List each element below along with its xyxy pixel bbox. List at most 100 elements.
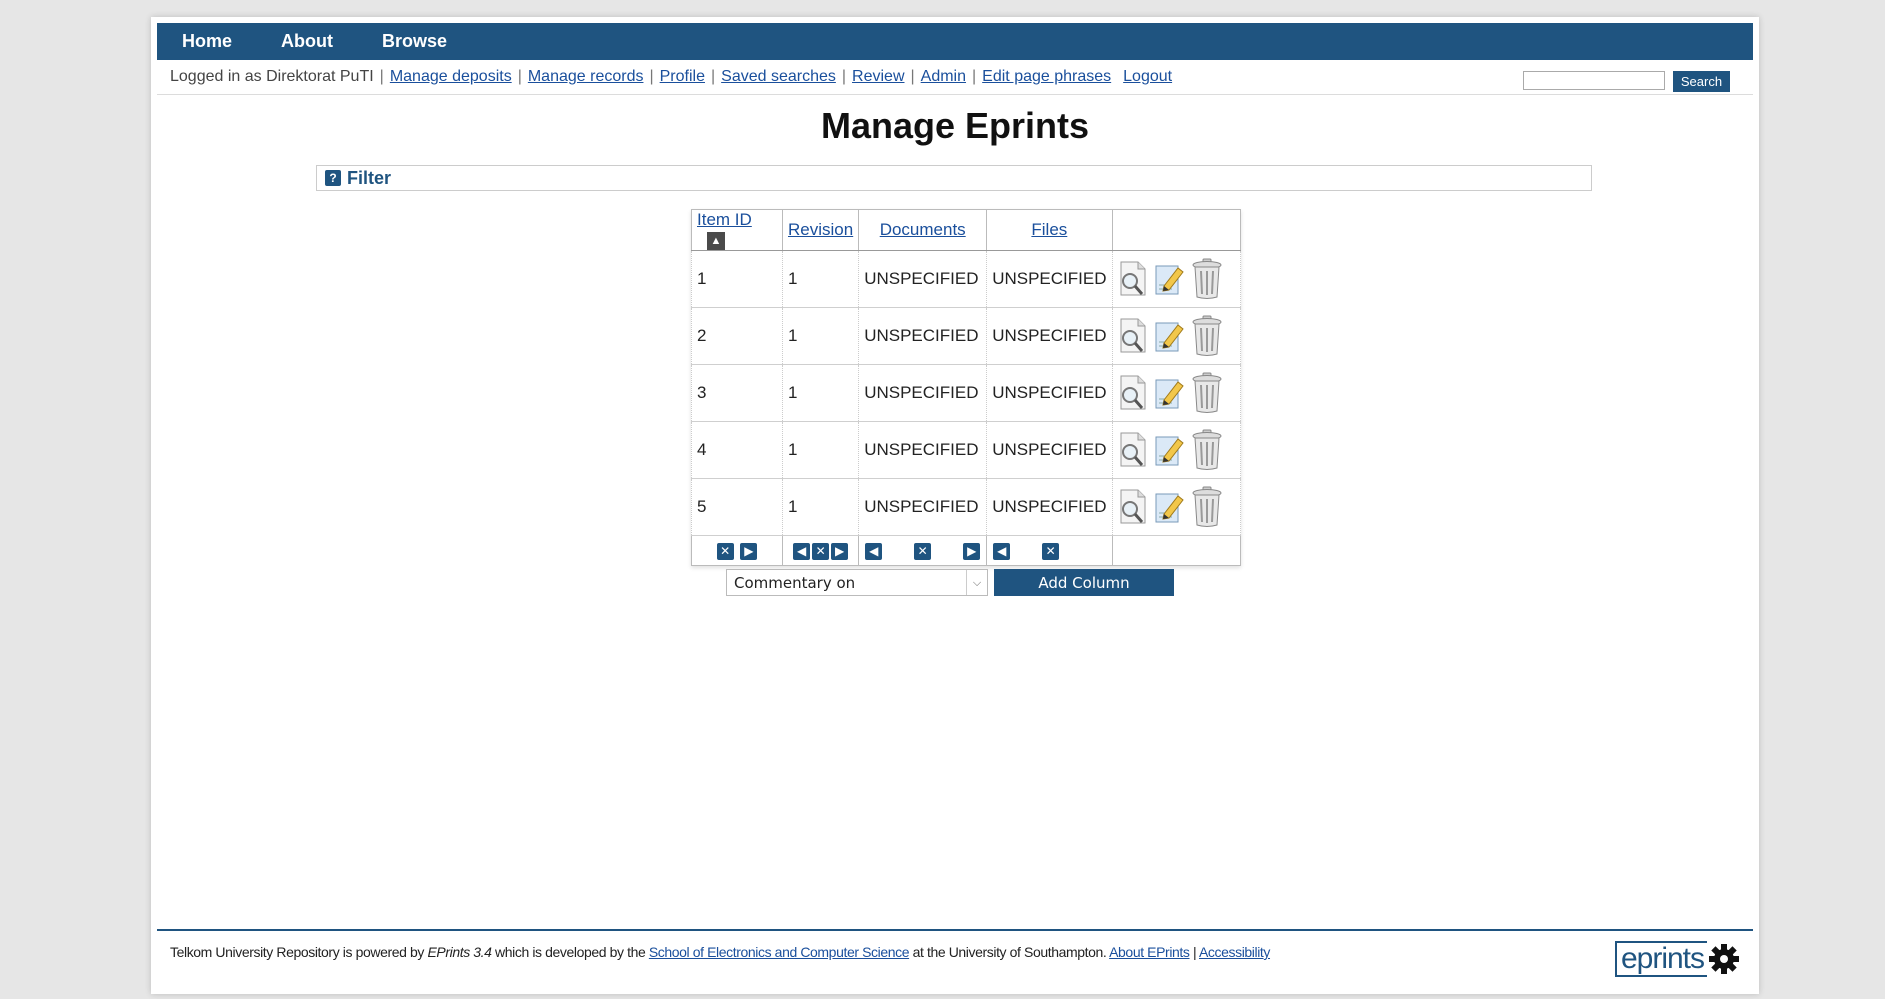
- footer-about-link[interactable]: About EPrints: [1109, 944, 1190, 960]
- footer-pipe: |: [1189, 944, 1199, 960]
- sort-ascending-icon[interactable]: ▲: [707, 231, 725, 250]
- separator: |: [649, 68, 654, 85]
- move-right-icon[interactable]: ▶: [831, 542, 849, 560]
- separator: |: [841, 68, 847, 85]
- link-edit-page-phrases[interactable]: Edit page phrases: [982, 68, 1111, 86]
- search-button[interactable]: Search: [1673, 71, 1730, 92]
- sort-item-id-link[interactable]: Item ID: [697, 210, 752, 229]
- menu-about[interactable]: About: [281, 31, 333, 52]
- logged-in-label: Logged in as Direktorat PuTI: [170, 68, 374, 85]
- remove-column-icon[interactable]: ✕: [1042, 542, 1060, 560]
- move-left-icon[interactable]: ◀: [865, 542, 883, 560]
- column-header-files: Files: [986, 209, 1113, 251]
- column-controls-row: ✕ ▶ ◀ ✕ ▶ ◀ ✕ ▶ ◀ ✕: [691, 535, 1241, 566]
- filter-panel-toggle[interactable]: ? Filter: [316, 165, 1592, 191]
- footer-suffix: at the University of Southampton.: [909, 944, 1110, 960]
- link-manage-records[interactable]: Manage records: [528, 68, 644, 86]
- add-column-button[interactable]: Add Column: [994, 569, 1174, 596]
- link-manage-deposits[interactable]: Manage deposits: [390, 68, 512, 86]
- files-controls: ◀ ✕: [986, 535, 1113, 566]
- remove-column-icon[interactable]: ✕: [914, 542, 932, 560]
- cell-revision: 1: [781, 250, 860, 308]
- footer-prefix: Telkom University Repository is powered …: [170, 944, 428, 960]
- cell-revision: 1: [781, 478, 860, 536]
- table-row: 4 1 UNSPECIFIED UNSPECIFIED: [691, 421, 1241, 479]
- search-input[interactable]: [1523, 71, 1665, 90]
- move-right-icon[interactable]: ▶: [740, 542, 758, 560]
- page-title: Manage Eprints: [820, 105, 1090, 146]
- cell-actions: [1111, 364, 1241, 422]
- link-profile[interactable]: Profile: [660, 68, 705, 86]
- sort-revision-link[interactable]: Revision: [788, 220, 853, 239]
- edit-icon[interactable]: [1154, 374, 1184, 412]
- menu-browse[interactable]: Browse: [382, 31, 447, 52]
- cell-documents: UNSPECIFIED: [858, 250, 988, 308]
- filter-label[interactable]: Filter: [347, 168, 391, 189]
- view-icon[interactable]: [1118, 374, 1148, 412]
- cell-item-id: 1: [691, 250, 783, 308]
- cell-revision: 1: [781, 364, 860, 422]
- cell-documents: UNSPECIFIED: [858, 364, 988, 422]
- trash-icon[interactable]: [1190, 315, 1224, 357]
- column-header-item-id: Item ID ▲: [691, 209, 783, 251]
- remove-column-icon[interactable]: ✕: [716, 542, 734, 560]
- remove-column-icon[interactable]: ✕: [812, 542, 830, 560]
- cell-item-id: 3: [691, 364, 783, 422]
- move-left-icon[interactable]: ◀: [793, 542, 811, 560]
- table-row: 5 1 UNSPECIFIED UNSPECIFIED: [691, 478, 1241, 536]
- sort-files-link[interactable]: Files: [1031, 220, 1067, 239]
- eprints-logo-text: eprints: [1614, 941, 1707, 977]
- separator: |: [517, 68, 522, 85]
- trash-icon[interactable]: [1190, 372, 1224, 414]
- move-left-icon[interactable]: ◀: [993, 542, 1011, 560]
- cell-item-id: 5: [691, 478, 783, 536]
- eprints-logo[interactable]: eprints: [1614, 941, 1741, 977]
- page: Home About Browse Logged in as Direktora…: [151, 17, 1759, 994]
- help-icon[interactable]: ?: [325, 170, 341, 186]
- move-right-icon[interactable]: ▶: [963, 542, 981, 560]
- column-header-documents: Documents: [858, 209, 988, 251]
- edit-icon[interactable]: [1154, 260, 1184, 298]
- menu-home[interactable]: Home: [182, 31, 232, 52]
- cell-actions: [1111, 421, 1241, 479]
- main-menu: Home About Browse: [157, 23, 1753, 60]
- edit-icon[interactable]: [1154, 317, 1184, 355]
- separator: |: [710, 68, 716, 85]
- trash-icon[interactable]: [1190, 258, 1224, 300]
- chevron-down-icon[interactable]: ⌵: [966, 570, 987, 595]
- view-icon[interactable]: [1118, 431, 1148, 469]
- footer-school-link[interactable]: School of Electronics and Computer Scien…: [649, 944, 910, 960]
- link-saved-searches[interactable]: Saved searches: [721, 68, 836, 86]
- link-admin[interactable]: Admin: [921, 68, 966, 86]
- add-column-select[interactable]: Commentary on ⌵: [726, 569, 988, 596]
- gear-icon: [1709, 944, 1739, 974]
- view-icon[interactable]: [1118, 260, 1148, 298]
- cell-revision: 1: [781, 421, 860, 479]
- documents-controls: ◀ ✕ ▶: [858, 535, 988, 566]
- actions-controls: [1111, 535, 1241, 566]
- footer-text: Telkom University Repository is powered …: [170, 944, 1270, 960]
- cell-files: UNSPECIFIED: [986, 250, 1113, 308]
- cell-actions: [1111, 250, 1241, 308]
- table-row: 3 1 UNSPECIFIED UNSPECIFIED: [691, 364, 1241, 422]
- cell-item-id: 2: [691, 307, 783, 365]
- edit-icon[interactable]: [1154, 488, 1184, 526]
- sort-documents-link[interactable]: Documents: [880, 220, 966, 239]
- cell-documents: UNSPECIFIED: [858, 307, 988, 365]
- view-icon[interactable]: [1118, 488, 1148, 526]
- link-review[interactable]: Review: [852, 68, 904, 86]
- view-icon[interactable]: [1118, 317, 1148, 355]
- revision-controls: ◀ ✕ ▶: [781, 535, 860, 566]
- footer-middle: which is developed by the: [491, 944, 649, 960]
- link-logout[interactable]: Logout: [1123, 68, 1172, 86]
- edit-icon[interactable]: [1154, 431, 1184, 469]
- trash-icon[interactable]: [1190, 486, 1224, 528]
- footer-accessibility-link[interactable]: Accessibility: [1199, 944, 1270, 960]
- cell-actions: [1111, 478, 1241, 536]
- trash-icon[interactable]: [1190, 429, 1224, 471]
- cell-documents: UNSPECIFIED: [858, 421, 988, 479]
- cell-actions: [1111, 307, 1241, 365]
- item-id-controls: ✕ ▶: [691, 535, 783, 566]
- cell-files: UNSPECIFIED: [986, 307, 1113, 365]
- footer-eprints-version: EPrints 3.4: [427, 944, 492, 960]
